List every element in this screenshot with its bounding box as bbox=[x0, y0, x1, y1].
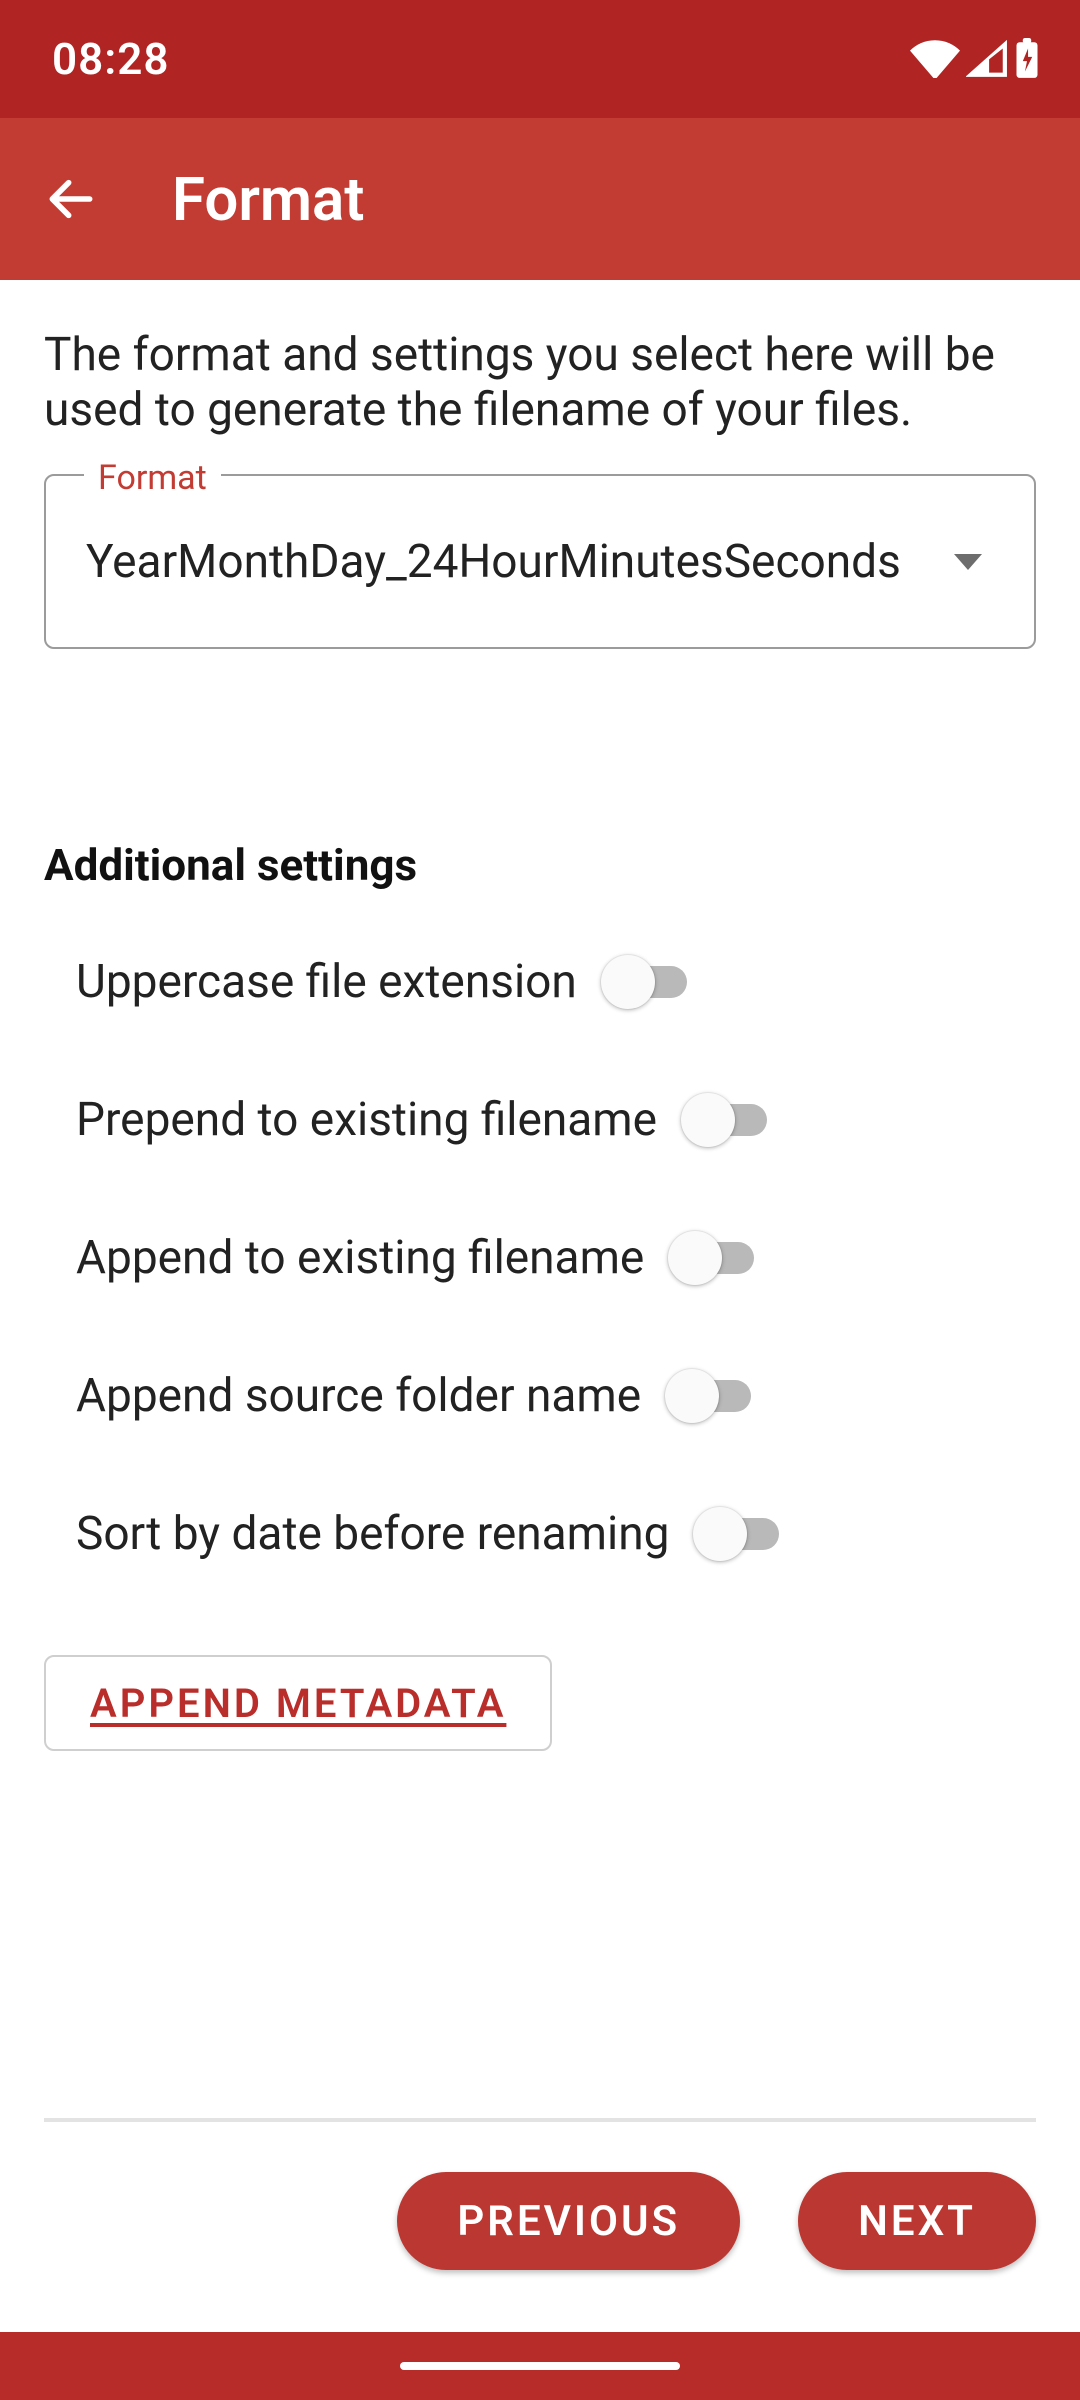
format-dropdown[interactable]: Format YearMonthDay_24HourMinutesSeconds bbox=[44, 474, 1036, 649]
switch-knob bbox=[665, 1369, 719, 1423]
format-legend: Format bbox=[84, 458, 221, 498]
wizard-nav: PREVIOUS NEXT bbox=[0, 2172, 1080, 2270]
status-bar: 08:28 bbox=[0, 0, 1080, 118]
setting-label: Append source folder name bbox=[76, 1369, 641, 1423]
append-metadata-label: APPEND METADATA bbox=[90, 1680, 506, 1727]
switch-knob bbox=[601, 955, 655, 1009]
signal-icon bbox=[966, 40, 1008, 78]
toggle-append-folder[interactable] bbox=[665, 1375, 751, 1417]
format-description: The format and settings you select here … bbox=[44, 328, 1036, 438]
setting-row-append-folder: Append source folder name bbox=[76, 1369, 1036, 1423]
switch-knob bbox=[681, 1093, 735, 1147]
toggle-sort-date[interactable] bbox=[693, 1513, 779, 1555]
home-indicator[interactable] bbox=[400, 2362, 680, 2370]
settings-list: Uppercase file extension Prepend to exis… bbox=[44, 955, 1036, 1561]
toggle-prepend[interactable] bbox=[681, 1099, 767, 1141]
setting-label: Uppercase file extension bbox=[76, 955, 577, 1009]
next-label: NEXT bbox=[858, 2197, 976, 2246]
switch-knob bbox=[693, 1507, 747, 1561]
toggle-uppercase-ext[interactable] bbox=[601, 961, 687, 1003]
divider bbox=[44, 2118, 1036, 2122]
setting-row-sort-date: Sort by date before renaming bbox=[76, 1507, 1036, 1561]
setting-row-uppercase-ext: Uppercase file extension bbox=[76, 955, 1036, 1009]
status-time: 08:28 bbox=[52, 33, 170, 85]
status-icons bbox=[910, 38, 1040, 80]
append-metadata-button[interactable]: APPEND METADATA bbox=[44, 1655, 552, 1751]
content: The format and settings you select here … bbox=[0, 280, 1080, 1751]
wifi-icon bbox=[910, 40, 960, 78]
setting-row-append: Append to existing filename bbox=[76, 1231, 1036, 1285]
battery-charging-icon bbox=[1014, 38, 1040, 80]
format-field-wrap: Format YearMonthDay_24HourMinutesSeconds bbox=[44, 474, 1036, 649]
previous-label: PREVIOUS bbox=[457, 2197, 680, 2246]
setting-label: Sort by date before renaming bbox=[76, 1507, 669, 1561]
page-title: Format bbox=[172, 164, 364, 235]
arrow-left-icon bbox=[43, 171, 99, 227]
previous-button[interactable]: PREVIOUS bbox=[397, 2172, 740, 2270]
chevron-down-icon bbox=[954, 554, 982, 570]
switch-knob bbox=[668, 1231, 722, 1285]
toggle-append[interactable] bbox=[668, 1237, 754, 1279]
next-button[interactable]: NEXT bbox=[798, 2172, 1036, 2270]
system-nav-bar bbox=[0, 2332, 1080, 2400]
setting-label: Prepend to existing filename bbox=[76, 1093, 657, 1147]
app-bar: Format bbox=[0, 118, 1080, 280]
setting-row-prepend: Prepend to existing filename bbox=[76, 1093, 1036, 1147]
setting-label: Append to existing filename bbox=[76, 1231, 644, 1285]
additional-settings-header: Additional settings bbox=[44, 839, 1036, 891]
back-button[interactable] bbox=[36, 164, 106, 234]
format-value: YearMonthDay_24HourMinutesSeconds bbox=[86, 535, 994, 589]
